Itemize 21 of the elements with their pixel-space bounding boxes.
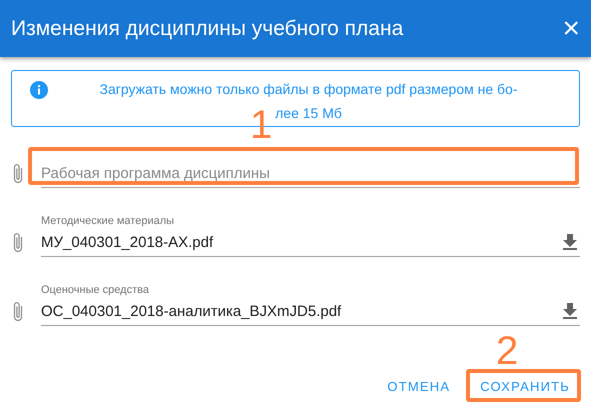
file-field[interactable]: ОС_040301_2018-аналитика_BJXmJD5.pdf — [41, 297, 580, 326]
window-title: Изменения дисциплины учебного плана — [11, 16, 404, 40]
file-field[interactable]: Рабочая программа дисциплины — [41, 159, 580, 188]
field-label: Оценочные средства — [41, 284, 149, 296]
notice-line: лее 15 Мб — [275, 104, 342, 123]
paperclip-icon — [12, 232, 24, 254]
field-label: Методические материалы — [41, 215, 174, 227]
notice-line: Загружать можно только файлы в формате pdf размером не бо- — [99, 80, 518, 99]
download-icon[interactable] — [563, 303, 577, 319]
field-placeholder: Рабочая программа дисциплины — [41, 164, 270, 182]
file-field[interactable]: МУ_040301_2018-АХ.pdf — [41, 228, 580, 257]
file-name: МУ_040301_2018-АХ.pdf — [41, 234, 214, 250]
file-name: ОС_040301_2018-аналитика_BJXmJD5.pdf — [41, 302, 342, 320]
download-icon[interactable] — [563, 234, 577, 250]
paperclip-icon — [12, 163, 24, 185]
save-button[interactable]: СОХРАНИТЬ — [473, 370, 577, 402]
close-button[interactable]: × — [560, 16, 582, 42]
cancel-button[interactable]: ОТМЕНА — [380, 370, 458, 402]
info-icon — [30, 81, 48, 99]
paperclip-icon — [12, 301, 24, 323]
step-number: 2 — [496, 331, 518, 371]
